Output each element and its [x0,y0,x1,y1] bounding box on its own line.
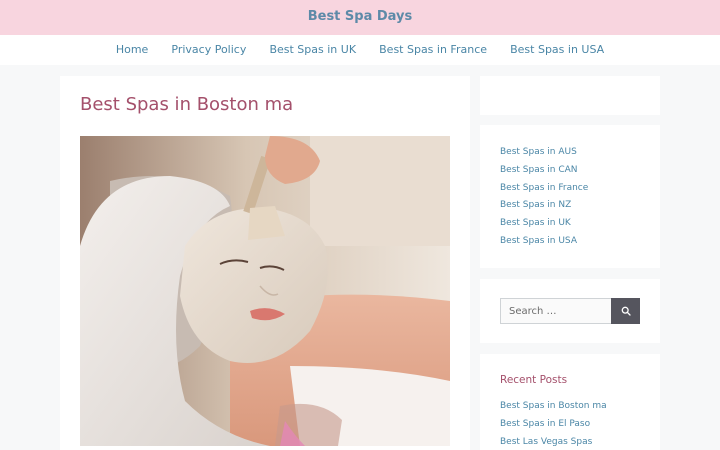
sidebar-recent-posts-widget: Recent Posts Best Spas in Boston ma Best… [480,354,660,450]
nav-item-privacy-policy[interactable]: Privacy Policy [171,35,246,65]
recent-post-link-boston[interactable]: Best Spas in Boston ma [500,401,607,411]
nav-item-best-spas-france[interactable]: Best Spas in France [379,35,487,65]
sidebar-widget-empty [480,76,660,115]
recent-post-link-las-vegas[interactable]: Best Las Vegas Spas [500,437,592,447]
main-navigation: Home Privacy Policy Best Spas in UK Best… [0,35,720,65]
post-article: Best Spas in Boston ma [60,76,470,450]
category-link-france[interactable]: Best Spas in France [500,183,588,193]
category-link-aus[interactable]: Best Spas in AUS [500,147,577,157]
list-item: Best Las Vegas Spas [500,434,640,450]
site-header: Best Spa Days [0,0,720,35]
nav-item-home[interactable]: Home [116,35,148,65]
list-item: Best Spas in AUS [500,144,640,162]
search-button[interactable] [611,298,640,324]
list-item: Best Spas in NZ [500,197,640,215]
site-title-link[interactable]: Best Spa Days [308,9,413,24]
search-icon [621,306,631,316]
post-title: Best Spas in Boston ma [80,94,294,115]
list-item: Best Spas in El Paso [500,416,640,434]
category-link-nz[interactable]: Best Spas in NZ [500,200,571,210]
category-link-uk[interactable]: Best Spas in UK [500,218,571,228]
list-item: Best Spas in France [500,180,640,198]
search-form [500,298,640,324]
list-item: Best Spas in USA [500,233,640,251]
recent-post-link-el-paso[interactable]: Best Spas in El Paso [500,419,590,429]
categories-list: Best Spas in AUS Best Spas in CAN Best S… [500,144,640,251]
sidebar-categories-widget: Best Spas in AUS Best Spas in CAN Best S… [480,125,660,268]
nav-item-best-spas-uk[interactable]: Best Spas in UK [269,35,356,65]
category-link-usa[interactable]: Best Spas in USA [500,236,577,246]
search-input[interactable] [500,298,612,324]
category-link-can[interactable]: Best Spas in CAN [500,165,578,175]
sidebar-search-widget [480,279,660,343]
nav-item-best-spas-usa[interactable]: Best Spas in USA [510,35,604,65]
list-item: Best Spas in Boston ma [500,398,640,416]
featured-image [80,136,450,446]
recent-posts-title: Recent Posts [500,374,568,386]
list-item: Best Spas in CAN [500,162,640,180]
list-item: Best Spas in UK [500,215,640,233]
recent-posts-list: Best Spas in Boston ma Best Spas in El P… [500,398,640,450]
